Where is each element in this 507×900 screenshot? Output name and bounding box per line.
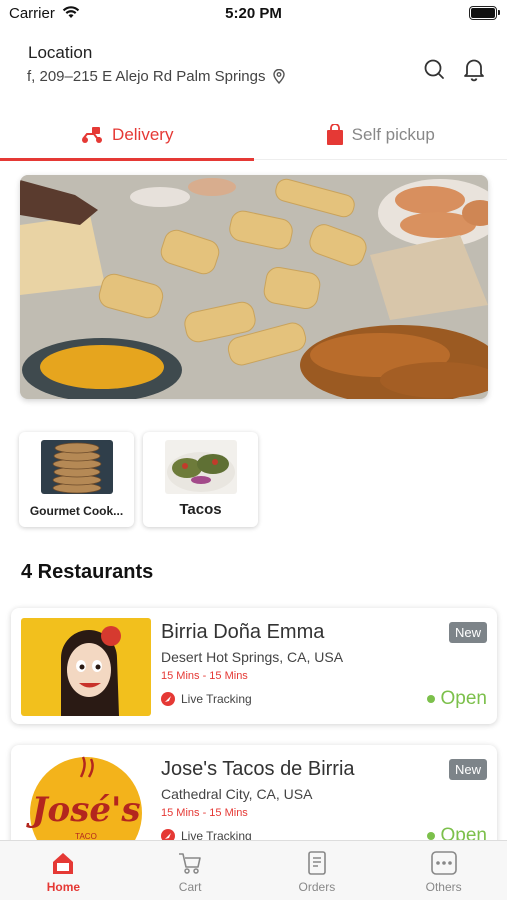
orders-icon	[308, 851, 326, 875]
location-address: f, 209–215 E Alejo Rd Palm Springs	[27, 68, 266, 85]
restaurant-logo: José's TACO	[21, 755, 151, 853]
open-status-dot	[426, 832, 435, 840]
bottom-navigation: Home Cart Orders Others	[0, 840, 507, 900]
restaurant-name: Birria Doña Emma	[161, 621, 325, 643]
category-card-gourmet-cookies[interactable]: Gourmet Cook...	[19, 432, 134, 527]
live-tracking-icon	[161, 692, 175, 706]
open-status-dot	[426, 695, 435, 703]
nav-others[interactable]: Others	[380, 841, 507, 900]
nav-cart-label: Cart	[178, 880, 202, 894]
category-card-tacos[interactable]: Tacos	[143, 432, 258, 527]
tacos-thumbnail	[164, 440, 237, 494]
more-icon	[430, 851, 457, 875]
cookies-thumbnail	[40, 440, 113, 494]
location-selector[interactable]: f, 209–215 E Alejo Rd Palm Springs	[27, 68, 286, 85]
status-bar: Carrier 5:20 PM	[0, 0, 507, 28]
category-list: Gourmet Cook... Tacos	[19, 432, 258, 527]
restaurant-logo	[21, 618, 151, 716]
tab-self-pickup-label: Self pickup	[351, 125, 435, 144]
tab-delivery[interactable]: Delivery	[0, 110, 254, 161]
category-label: Tacos	[179, 501, 222, 518]
nav-others-label: Others	[425, 880, 462, 894]
nav-orders[interactable]: Orders	[254, 841, 381, 900]
restaurant-location: Desert Hot Springs, CA, USA	[161, 649, 344, 665]
nav-orders-label: Orders	[298, 880, 336, 894]
restaurant-location: Cathedral City, CA, USA	[161, 786, 313, 802]
restaurant-count: 4 Restaurants	[21, 561, 154, 583]
search-icon[interactable]	[421, 56, 447, 82]
location-title: Location	[28, 43, 93, 62]
new-badge: New	[448, 759, 487, 780]
promo-banner[interactable]	[20, 175, 488, 399]
scooter-icon	[82, 127, 103, 143]
category-label: Gourmet Cook...	[29, 504, 124, 518]
open-status-label: Open	[440, 688, 487, 709]
shopping-bag-icon	[326, 124, 343, 145]
live-tracking-label: Live Tracking	[181, 692, 252, 706]
cart-icon	[179, 853, 201, 874]
battery-icon	[469, 6, 500, 20]
tab-delivery-label: Delivery	[112, 125, 174, 144]
order-type-tabs: Delivery Self pickup	[0, 110, 507, 161]
live-tracking: Live Tracking	[161, 692, 252, 706]
open-status: Open	[426, 688, 487, 710]
clock: 5:20 PM	[225, 5, 282, 22]
new-badge: New	[448, 622, 487, 643]
location-pin-icon	[273, 69, 286, 84]
tab-self-pickup[interactable]: Self pickup	[254, 110, 507, 160]
nav-cart[interactable]: Cart	[127, 841, 254, 900]
nav-home-label: Home	[46, 880, 81, 894]
delivery-time: 15 Mins - 15 Mins	[161, 670, 248, 682]
restaurant-card[interactable]: Birria Doña Emma Desert Hot Springs, CA,…	[11, 608, 497, 724]
restaurant-name: Jose's Tacos de Birria	[161, 758, 355, 780]
logo-text: José's	[25, 790, 140, 830]
pastry-banner-image	[20, 175, 488, 399]
home-icon	[53, 853, 74, 874]
delivery-time: 15 Mins - 15 Mins	[161, 807, 248, 819]
nav-home[interactable]: Home	[0, 841, 127, 900]
notification-bell-icon[interactable]	[461, 56, 487, 82]
